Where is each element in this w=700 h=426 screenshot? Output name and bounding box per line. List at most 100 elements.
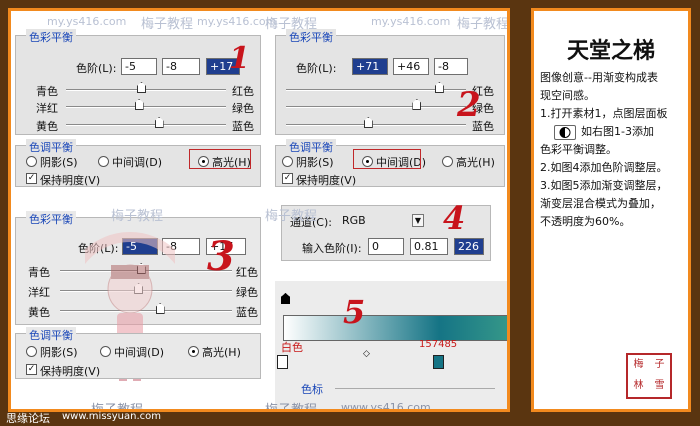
section-divider [335, 388, 495, 389]
radio-shadow[interactable] [26, 156, 37, 167]
levels-label: 色阶(L): [296, 62, 337, 75]
level-field-yellow-blue[interactable]: -8 [434, 58, 468, 75]
yellow-label: 黄色 [36, 120, 58, 133]
radio-highlight[interactable] [442, 156, 453, 167]
step-number-4: 4 [443, 199, 466, 237]
slider-thumb-magenta-green[interactable] [412, 99, 422, 110]
radio-highlight-label: 高光(H) [202, 346, 241, 359]
instruction-line: 如右图1-3添加 [540, 123, 684, 141]
forum-watermark: 思缘论坛 [6, 412, 50, 425]
slider-thumb-cyan-red[interactable] [137, 82, 146, 93]
yellow-label: 黄色 [28, 306, 50, 319]
watermark-bottom-name-2: 梅子教程 [265, 403, 318, 412]
instruction-line: 3.如图5添加渐变调整层， [540, 179, 668, 192]
preserve-luminosity-checkbox[interactable]: ✓ [282, 173, 293, 184]
highlight-emphasis-box [189, 149, 251, 169]
preserve-luminosity-checkbox[interactable]: ✓ [26, 364, 37, 375]
girl-character-watermark [85, 232, 175, 381]
watermark-site: my.ys416.com [47, 15, 127, 28]
watermark-name-4: 梅子教程 [111, 209, 164, 224]
panel-title: 色彩平衡 [26, 211, 76, 227]
level-field-cyan-red[interactable]: +71 [352, 58, 388, 75]
channel-value: RGB [342, 214, 366, 227]
radio-highlight-label: 高光(H) [456, 156, 495, 169]
radio-shadow[interactable] [282, 156, 293, 167]
slider-thumb-yellow-blue[interactable] [363, 117, 373, 128]
radio-shadow-label: 阴影(S) [40, 346, 78, 359]
adjustment-layer-icon [554, 124, 576, 140]
step-number-2: 2 [457, 85, 481, 125]
watermark-name-5: 梅子教程 [265, 209, 318, 224]
panel-title: 色彩平衡 [26, 29, 76, 45]
instruction-line: 1.打开素材1，点图层面板 [540, 107, 668, 120]
green-label: 绿色 [232, 102, 254, 115]
gradient-editor-panel: 白色 157485 54b98d 39908e ◇ 色标 [275, 281, 507, 409]
magenta-label: 洋红 [36, 102, 58, 115]
watermark-name-2: 梅子教程 [265, 17, 318, 32]
author-seal-stamp: 梅 子 林 雪 [626, 353, 672, 399]
slider-track-yellow-blue [286, 124, 466, 126]
color-stop-157485[interactable] [433, 355, 444, 369]
slider-track-yellow-blue [66, 124, 226, 126]
stop-label-157485: 157485 [419, 339, 458, 350]
cyan-label: 青色 [28, 266, 50, 279]
input-level-black[interactable]: 0 [368, 238, 404, 255]
instruction-text: 图像创意--用渐变构成表 现空间感。 1.打开素材1，点图层面板 如右图1-3添… [540, 69, 684, 231]
cyan-label: 青色 [36, 85, 58, 98]
blue-label: 蓝色 [232, 120, 254, 133]
tone-balance-panel-3: 色调平衡 阴影(S) 中间调(D) 高光(H) ✓ 保持明度(V) [15, 327, 261, 379]
green-label: 绿色 [236, 286, 258, 299]
stop-label-white: 白色 [281, 341, 303, 354]
midtone-emphasis-box [353, 149, 421, 169]
watermark-name-3: 梅子教程 [457, 17, 510, 32]
instruction-line: 2.如图4添加色阶调整层。 [540, 161, 668, 174]
preserve-luminosity-label: 保持明度(V) [40, 365, 101, 378]
seal-char: 林 [633, 380, 644, 391]
chevron-down-icon[interactable]: ▼ [412, 214, 424, 227]
input-levels-label: 输入色阶(I): [302, 242, 362, 255]
tutorial-title: 天堂之梯 [566, 38, 655, 64]
panel-title: 色调平衡 [26, 139, 76, 155]
step-number-5: 5 [343, 293, 366, 331]
color-stop-white[interactable] [277, 355, 288, 369]
radio-midtone[interactable] [98, 156, 109, 167]
instruction-line: 现空间感。 [540, 89, 595, 102]
seal-char: 梅 [633, 359, 644, 370]
watermark-site-3: my.ys416.com [371, 15, 451, 28]
step-number-1: 1 [229, 41, 250, 76]
slider-track-magenta-green [286, 106, 466, 108]
watermark-bottom-site: www.ys416.com [341, 401, 431, 412]
watermark-name: 梅子教程 [141, 17, 194, 32]
radio-shadow-label: 阴影(S) [40, 156, 78, 169]
instruction-line: 渐变层混合模式为叠加， [540, 197, 661, 210]
midpoint-diamond-icon[interactable]: ◇ [363, 349, 370, 359]
radio-shadow[interactable] [26, 346, 37, 357]
tutorial-screenshot-frame: 色彩平衡 色阶(L): -5 -8 +17 青色 红色 洋红 绿色 黄色 蓝色 … [8, 8, 510, 412]
opacity-stop-left[interactable] [281, 293, 290, 304]
blue-label: 蓝色 [236, 306, 258, 319]
radio-highlight[interactable] [188, 346, 199, 357]
instruction-line: 不透明度为60%。 [540, 215, 631, 228]
instruction-line: 色彩平衡调整。 [540, 143, 617, 156]
color-stops-section-label: 色标 [301, 383, 323, 396]
slider-track-magenta-green [66, 106, 226, 108]
instruction-line-text: 如右图1-3添加 [581, 125, 654, 138]
slider-thumb-magenta-green[interactable] [134, 99, 144, 110]
red-label: 红色 [232, 85, 254, 98]
input-level-gamma[interactable]: 0.81 [410, 238, 448, 255]
level-field-magenta-green[interactable]: +46 [393, 58, 429, 75]
level-field-magenta-green[interactable]: -8 [162, 58, 200, 75]
slider-thumb-yellow-blue[interactable] [154, 117, 164, 128]
slider-thumb-cyan-red[interactable] [434, 82, 444, 93]
preserve-luminosity-label: 保持明度(V) [40, 174, 101, 187]
input-level-white[interactable]: 226 [454, 238, 484, 255]
level-field-cyan-red[interactable]: -5 [121, 58, 157, 75]
slider-track-cyan-red [66, 89, 226, 91]
instruction-line: 图像创意--用渐变构成表 [540, 71, 658, 84]
gradient-bar [283, 315, 507, 341]
preserve-luminosity-label: 保持明度(V) [296, 174, 357, 187]
radio-midtone[interactable] [100, 346, 111, 357]
step-number-3: 3 [207, 233, 235, 280]
preserve-luminosity-checkbox[interactable]: ✓ [26, 173, 37, 184]
levels-label: 色阶(L): [76, 62, 117, 75]
